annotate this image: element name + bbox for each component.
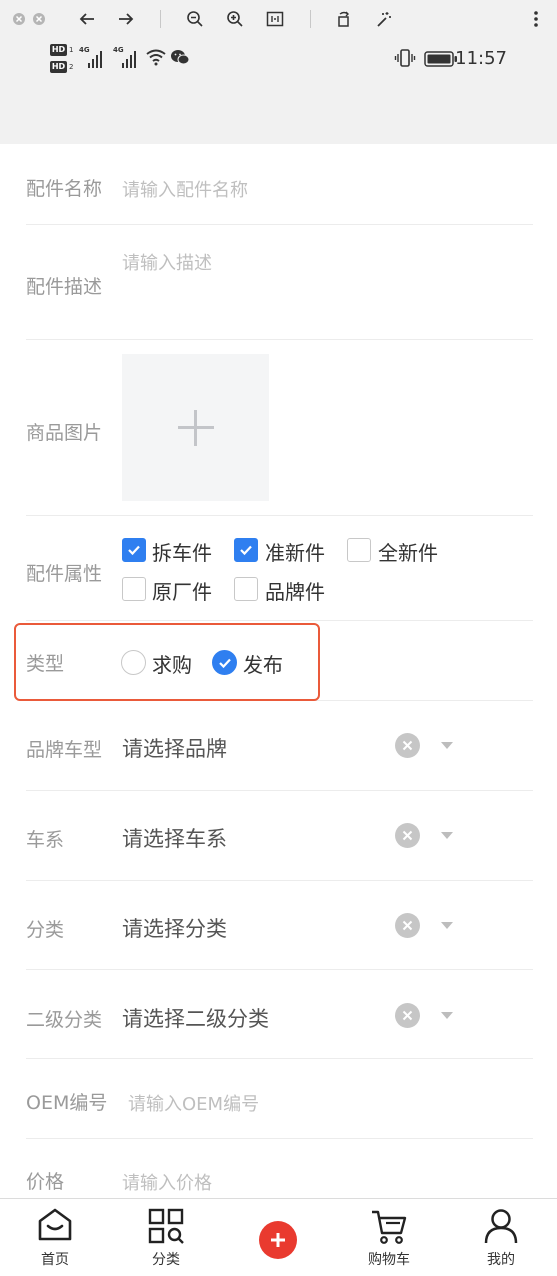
attributes-label: 配件属性 <box>26 563 103 585</box>
clear-icon[interactable] <box>395 823 420 848</box>
battery-icon <box>424 51 458 71</box>
hd-badge: HD <box>50 61 67 73</box>
price-input[interactable]: 请输入价格 <box>122 1169 212 1195</box>
more-icon[interactable] <box>523 6 549 32</box>
chevron-down-icon[interactable] <box>441 922 453 929</box>
image-upload-button[interactable] <box>122 354 269 501</box>
checkbox-dismantled[interactable] <box>122 538 146 562</box>
series-select[interactable]: 请选择车系 <box>122 823 227 853</box>
toolbar-divider <box>310 10 311 28</box>
checkbox-original[interactable] <box>122 577 146 601</box>
brand-select[interactable]: 请选择品牌 <box>122 733 227 763</box>
tab-publish[interactable] <box>233 1199 323 1276</box>
category-label: 分类 <box>26 919 65 941</box>
tab-label: 分类 <box>152 1252 180 1268</box>
app-header <box>0 78 557 144</box>
hd-icon: HD 2 <box>50 61 74 73</box>
rotate-icon[interactable] <box>331 6 357 32</box>
add-icon[interactable] <box>259 1221 297 1259</box>
forward-arrow-icon[interactable] <box>113 6 139 32</box>
attributes-row: 配件属性 拆车件 准新件 全新件 原厂件 品牌件 <box>0 516 557 621</box>
option-label[interactable]: 拆车件 <box>152 537 212 566</box>
vibrate-icon <box>394 48 416 72</box>
fit-icon[interactable] <box>262 6 288 32</box>
signal-icon: 4G <box>79 46 109 68</box>
category-row: 分类 请选择分类 <box>0 881 557 970</box>
option-label[interactable]: 原厂件 <box>152 576 212 605</box>
checkbox-near-new[interactable] <box>234 538 258 562</box>
category-select[interactable]: 请选择分类 <box>122 913 227 943</box>
zoom-in-icon[interactable] <box>222 6 248 32</box>
cart-icon <box>370 1208 408 1250</box>
image-viewer-toolbar <box>0 0 557 38</box>
clear-icon[interactable] <box>395 1003 420 1028</box>
sub-category-label: 二级分类 <box>26 1009 103 1031</box>
home-icon <box>37 1208 73 1246</box>
sub-category-row: 二级分类 请选择二级分类 <box>0 970 557 1059</box>
sub-category-select[interactable]: 请选择二级分类 <box>122 1003 269 1033</box>
bottom-tab-bar: 首页 分类 购物车 我的 <box>0 1198 557 1276</box>
tab-mine[interactable]: 我的 <box>456 1199 546 1276</box>
series-label: 车系 <box>26 829 65 851</box>
oem-label: OEM编号 <box>26 1092 108 1114</box>
product-image-label: 商品图片 <box>26 422 103 444</box>
clear-icon[interactable] <box>395 733 420 758</box>
tab-label: 我的 <box>487 1252 515 1268</box>
plus-icon <box>194 410 197 446</box>
oem-row: OEM编号 请输入OEM编号 <box>0 1059 557 1139</box>
status-time: 11:57 <box>455 48 507 69</box>
tab-label: 购物车 <box>368 1252 410 1268</box>
hd-badge: HD <box>50 44 67 56</box>
category-icon <box>148 1208 184 1248</box>
hd-icon: HD 1 <box>50 44 74 56</box>
wifi-icon <box>145 48 167 70</box>
wechat-icon <box>170 49 190 70</box>
option-label[interactable]: 全新件 <box>378 537 438 566</box>
brand-model-row: 品牌车型 请选择品牌 <box>0 701 557 791</box>
annotation-highlight-box <box>14 623 320 701</box>
checkbox-brand-new[interactable] <box>347 538 371 562</box>
user-icon <box>483 1208 519 1248</box>
price-row: 价格 请输入价格 <box>0 1139 557 1199</box>
brand-model-label: 品牌车型 <box>26 739 103 761</box>
sim-number: 1 <box>69 46 74 54</box>
checkbox-brand-part[interactable] <box>234 577 258 601</box>
option-label[interactable]: 准新件 <box>265 537 325 566</box>
signal-icon: 4G <box>113 46 143 68</box>
tab-cart[interactable]: 购物车 <box>344 1199 434 1276</box>
oem-input[interactable]: 请输入OEM编号 <box>128 1090 259 1116</box>
chevron-down-icon[interactable] <box>441 1012 453 1019</box>
zoom-out-icon[interactable] <box>182 6 208 32</box>
tab-home[interactable]: 首页 <box>10 1199 100 1276</box>
option-label[interactable]: 品牌件 <box>265 576 325 605</box>
price-label: 价格 <box>26 1171 65 1193</box>
sim-number: 2 <box>69 63 74 71</box>
series-row: 车系 请选择车系 <box>0 791 557 881</box>
chevron-down-icon[interactable] <box>441 832 453 839</box>
minimize-icon[interactable] <box>26 6 52 32</box>
magic-wand-icon[interactable] <box>371 6 397 32</box>
clear-icon[interactable] <box>395 913 420 938</box>
tab-label: 首页 <box>41 1252 69 1268</box>
back-arrow-icon[interactable] <box>74 6 100 32</box>
check-icon <box>128 545 140 556</box>
product-image-row: 商品图片 <box>0 144 557 516</box>
check-icon <box>240 545 252 556</box>
tab-category[interactable]: 分类 <box>121 1199 211 1276</box>
chevron-down-icon[interactable] <box>441 742 453 749</box>
toolbar-divider <box>160 10 161 28</box>
